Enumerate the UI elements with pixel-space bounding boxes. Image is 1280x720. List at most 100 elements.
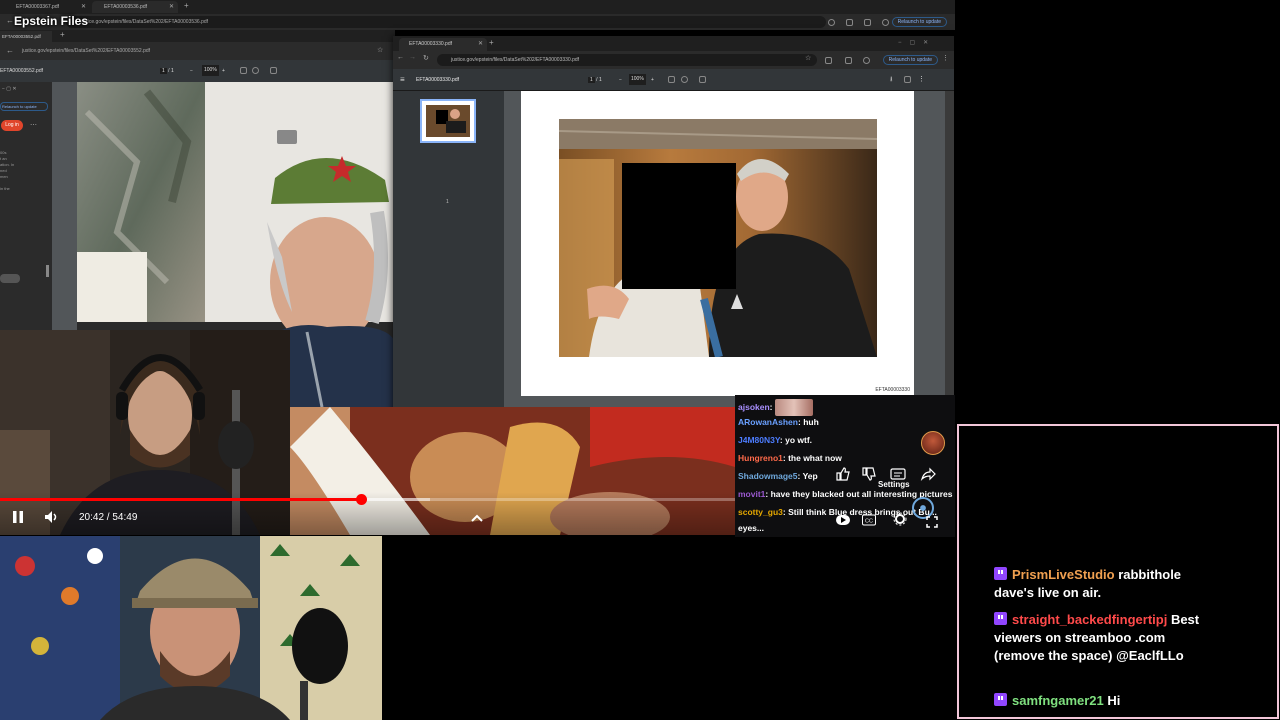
profile-icon[interactable] [863, 57, 870, 64]
back-arrow-icon[interactable]: ← [397, 54, 404, 61]
zoom-in-icon[interactable]: + [651, 69, 654, 91]
relaunch-button[interactable]: Relaunch to update [891, 17, 947, 27]
page-indicator: 1 / 1 [588, 77, 602, 83]
share-icon[interactable] [920, 467, 936, 486]
webcam-cohost [0, 536, 382, 720]
play-next-icon[interactable] [836, 513, 850, 531]
back-browser-addressbar: ← justice.gov/epstein/files/DataSet%202/… [0, 14, 955, 30]
volume-icon[interactable] [44, 510, 60, 527]
star-icon[interactable] [828, 19, 835, 26]
sidepanel-icon[interactable] [864, 19, 871, 26]
page-total: 1 [598, 77, 602, 83]
chat-text: the what now [788, 453, 842, 463]
chat-username[interactable]: Shadowmage5 [738, 471, 798, 481]
pdf-scrollbar[interactable] [945, 91, 954, 420]
chat-username[interactable]: ajsoken [738, 402, 770, 412]
new-tab-icon[interactable]: + [184, 1, 189, 10]
svg-text:CC: CC [865, 519, 873, 525]
chat-username[interactable]: PrismLiveStudio [1012, 567, 1115, 582]
tab-left-pdf[interactable]: EFTA00003552.pdf [0, 31, 52, 42]
highlight-icon[interactable] [270, 67, 277, 74]
more-icon[interactable]: ⋮ [918, 75, 925, 83]
print-icon[interactable] [904, 76, 911, 83]
rotate-icon[interactable] [252, 67, 259, 74]
highlight-icon[interactable] [699, 76, 706, 83]
chat-username[interactable]: ARowanAshen [738, 417, 798, 427]
chat-username[interactable]: J4M80N3Y [738, 435, 780, 445]
twitch-badge-icon [994, 612, 1007, 625]
zoom-out-icon[interactable]: − [619, 69, 622, 91]
chat-text: eyes... [738, 523, 764, 533]
tab-front-pdf[interactable]: EFTA00003330.pdf ✕ [399, 38, 487, 51]
kebab-menu-icon[interactable]: ⋮ [942, 54, 949, 62]
back-arrow-icon[interactable]: ← [6, 42, 14, 60]
tab-2[interactable]: EFTA00003536.pdf ✕ [92, 1, 178, 13]
close-icon[interactable]: ✕ [478, 38, 483, 51]
chat-line: ajsoken: [738, 399, 813, 416]
relaunch-button[interactable]: Relaunch to update [882, 55, 938, 65]
page-current[interactable]: 1 [160, 68, 167, 74]
side-pill[interactable] [0, 274, 20, 283]
profile-icon[interactable] [882, 19, 889, 26]
more-icon[interactable]: ⋯ [30, 121, 37, 129]
extension-icon[interactable] [825, 57, 832, 64]
chat-username[interactable]: straight_backedfingertipj [1012, 612, 1167, 627]
chat-line: J4M80N3Y: yo wtf. [738, 435, 813, 445]
url-field[interactable]: justice.gov/epstein/files/DataSet%202/EF… [437, 54, 817, 66]
fit-page-icon[interactable] [668, 76, 675, 83]
zoom-in-icon[interactable]: + [222, 60, 225, 82]
zoom-out-icon[interactable]: − [190, 60, 193, 82]
relaunch-button[interactable]: Relaunch to update [0, 102, 48, 111]
window-controls[interactable]: −▢✕ [898, 39, 936, 46]
star-icon[interactable]: ☆ [805, 54, 811, 62]
zoom-level[interactable]: 100% [202, 65, 219, 76]
subtitles-icon[interactable]: CC [862, 513, 876, 531]
new-tab-icon[interactable]: + [489, 38, 494, 47]
rotate-icon[interactable] [681, 76, 688, 83]
progress-knob[interactable] [356, 494, 367, 505]
front-pdf-toolbar: ≡ EFTA00003330.pdf 1 / 1 − 100% + ⭳ ⋮ [393, 69, 954, 91]
chat-username[interactable]: scotty_gu3 [738, 507, 783, 517]
close-icon[interactable]: ✕ [81, 1, 86, 13]
tab-1[interactable]: EFTA00003367.pdf ✕ [4, 1, 90, 13]
sidepanel-icon[interactable] [845, 57, 852, 64]
chat-username[interactable]: Hungreno1 [738, 453, 783, 463]
thumbs-up-icon[interactable] [836, 467, 850, 486]
pdf-viewport: EFTA00003330 [504, 91, 954, 420]
download-icon[interactable]: ⭳ [890, 75, 892, 86]
tab-label: EFTA00003552.pdf [2, 34, 41, 39]
back-arrow-icon[interactable]: ← [6, 16, 14, 25]
channel-avatar[interactable] [921, 431, 945, 455]
login-button[interactable]: Log in [1, 120, 23, 131]
menu-icon[interactable]: ≡ [400, 75, 405, 84]
settings-icon[interactable] [893, 512, 907, 531]
page-document-id: EFTA00003330 [875, 387, 910, 393]
progress-fill [0, 498, 361, 501]
fit-page-icon[interactable] [240, 67, 247, 74]
page-current[interactable]: 1 [588, 77, 595, 83]
page-thumbnail[interactable] [420, 99, 476, 143]
pause-icon[interactable] [12, 510, 24, 527]
close-icon[interactable]: ✕ [169, 1, 174, 13]
reload-icon[interactable]: ↻ [423, 54, 429, 62]
zoom-level[interactable]: 100% [629, 74, 646, 85]
extension-icon[interactable] [846, 19, 853, 26]
chat-line: eyes... [738, 523, 764, 533]
chat-message: straight_backedfingertipj Best viewers o… [994, 611, 1204, 665]
url-field[interactable]: justice.gov/epstein/files/DataSet%202/EF… [66, 16, 826, 28]
new-tab-icon[interactable]: + [60, 30, 65, 39]
scrollbar-thumb[interactable] [46, 265, 49, 277]
page-indicator: 1 / 1 [160, 68, 174, 74]
thumbs-down-icon[interactable] [862, 467, 876, 486]
chevron-up-icon[interactable] [470, 510, 484, 528]
chat-username[interactable]: samfngamer21 [1012, 693, 1104, 708]
fullscreen-icon[interactable] [926, 515, 938, 533]
twitch-chat-panel: PrismLiveStudio rabbithole dave's live o… [957, 424, 1279, 719]
url-field[interactable]: justice.gov/epstein/files/DataSet%202/EF… [22, 42, 150, 60]
forward-arrow-icon[interactable]: → [409, 54, 416, 61]
left-browser-addressbar: ← justice.gov/epstein/files/DataSet%202/… [0, 42, 395, 60]
star-icon[interactable]: ☆ [377, 42, 383, 60]
thumbnail-number: 1 [446, 199, 449, 205]
chat-username[interactable]: movit1 [738, 489, 765, 499]
tab-label: EFTA00003536.pdf [104, 4, 147, 10]
